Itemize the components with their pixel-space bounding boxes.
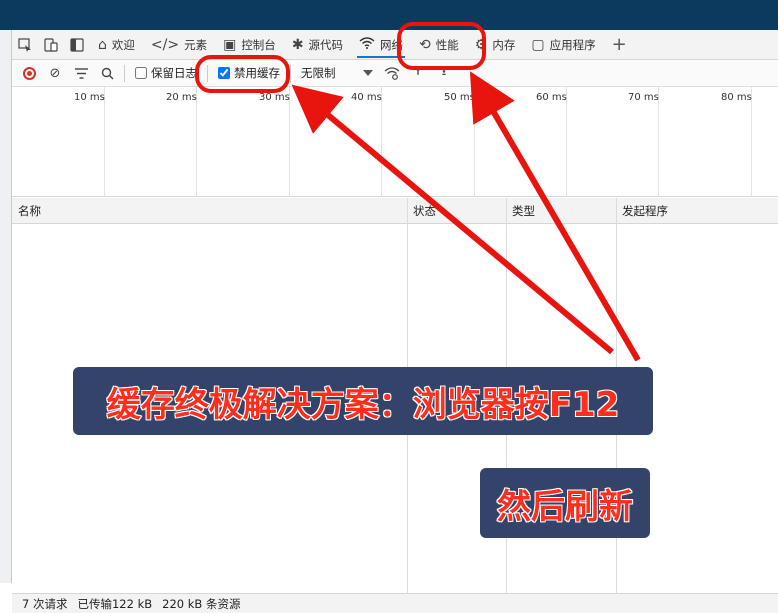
timeline-tick-label: 70 ms [628, 92, 659, 103]
timeline-tick-label: 60 ms [536, 92, 567, 103]
tab-welcome[interactable]: ⌂ 欢迎 [90, 30, 143, 60]
request-count: 7 次请求 [22, 596, 68, 611]
search-icon [101, 67, 113, 79]
preserve-log-input[interactable] [135, 67, 147, 79]
tab-welcome-label: 欢迎 [111, 37, 135, 52]
tab-elements-label: 元素 [184, 37, 208, 52]
timeline-tick-label: 20 ms [166, 92, 197, 103]
annotation-banner-sub-text: 然后刷新 [496, 486, 634, 528]
left-edge-strip [0, 30, 11, 583]
search-button[interactable] [96, 62, 118, 84]
request-table-header: 名称 状态 类型 发起程序 [12, 198, 778, 224]
toolbar-divider [124, 64, 125, 82]
wifi-icon [359, 36, 375, 53]
tab-console-label: 控制台 [241, 37, 276, 52]
timeline-gridline [104, 87, 105, 197]
code-icon: </> [150, 36, 180, 53]
tab-sources[interactable]: ✱ 源代码 [284, 30, 351, 60]
column-header-status[interactable]: 状态 [409, 198, 436, 224]
filter-button[interactable] [70, 62, 92, 84]
column-header-name[interactable]: 名称 [14, 198, 41, 224]
record-icon [22, 66, 36, 80]
timeline-gridline [381, 87, 382, 197]
timeline-tick-label: 40 ms [351, 92, 382, 103]
network-conditions-button[interactable] [381, 62, 403, 84]
clear-icon: ⊘ [49, 65, 61, 81]
annotation-banner-main: 缓存终极解决方案：浏览器按F12 [73, 367, 653, 435]
highlight-ring-disable-cache [195, 55, 290, 93]
tab-application-label: 应用程序 [549, 37, 596, 52]
annotation-banner-main-text: 缓存终极解决方案：浏览器按F12 [106, 384, 620, 426]
application-icon: ▢ [531, 36, 545, 53]
timeline-tick-label: 30 ms [259, 92, 290, 103]
preserve-log-checkbox[interactable]: 保留日志 [131, 65, 201, 81]
devtools-tab-bar: ⌂ 欢迎 </> 元素 ▣ 控制台 ✱ 源代码 网络 ⟲ 性能 ⚙ 内存 ▢ 应… [12, 30, 778, 60]
annotation-banner-sub: 然后刷新 [480, 468, 650, 538]
column-header-type[interactable]: 类型 [508, 198, 535, 224]
timeline-gridline [474, 87, 475, 197]
tab-application[interactable]: ▢ 应用程序 [523, 30, 603, 60]
throttle-select[interactable]: 无限制 [297, 63, 377, 83]
timeline-gridline [196, 87, 197, 197]
column-header-initiator[interactable]: 发起程序 [618, 198, 668, 224]
clear-button[interactable]: ⊘ [44, 62, 66, 84]
timeline-gridline [566, 87, 567, 197]
device-emulation-icon[interactable] [38, 30, 64, 60]
transferred-size: 已传输122 kB [77, 596, 153, 611]
network-status-bar: 7 次请求 已传输122 kB 220 kB 条资源 [12, 593, 778, 613]
inspect-element-icon[interactable] [12, 30, 38, 60]
record-button[interactable] [18, 62, 40, 84]
timeline-gridline [658, 87, 659, 197]
filter-icon [74, 67, 88, 79]
chevron-down-icon [363, 70, 373, 76]
highlight-ring-network-tab [397, 22, 486, 70]
tab-elements[interactable]: </> 元素 [143, 30, 215, 60]
tab-sources-label: 源代码 [308, 37, 344, 52]
preserve-log-label: 保留日志 [151, 66, 197, 80]
wifi-gear-icon [384, 66, 400, 80]
timeline-gridline [751, 87, 752, 197]
tab-memory-label: 内存 [492, 37, 516, 52]
home-icon: ⌂ [98, 36, 107, 53]
timeline-tick-label: 80 ms [721, 92, 752, 103]
add-tab-button[interactable]: + [604, 34, 635, 55]
network-toolbar: ⊘ 保留日志 禁用缓存 无限制 ⭱ ⭳ [12, 60, 778, 87]
dock-side-icon[interactable] [64, 30, 90, 60]
throttle-value: 无限制 [301, 66, 336, 80]
resource-size: 220 kB 条资源 [162, 596, 241, 611]
devtools-panel: ⌂ 欢迎 </> 元素 ▣ 控制台 ✱ 源代码 网络 ⟲ 性能 ⚙ 内存 ▢ 应… [11, 30, 778, 613]
timeline-tick-label: 50 ms [444, 92, 475, 103]
network-timeline-overview: 10 ms 20 ms 30 ms 40 ms 50 ms 60 ms 70 m… [12, 87, 778, 197]
timeline-tick-label: 10 ms [74, 92, 105, 103]
window-title-bar [0, 0, 778, 30]
timeline-gridline [289, 87, 290, 197]
console-icon: ▣ [223, 36, 237, 53]
bug-icon: ✱ [291, 36, 304, 53]
toolbar-divider [290, 64, 291, 82]
